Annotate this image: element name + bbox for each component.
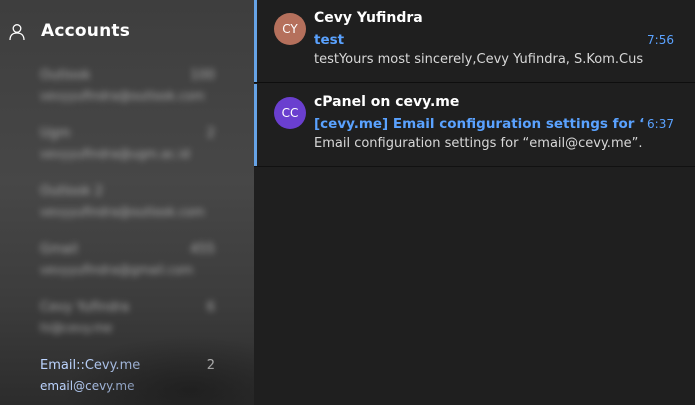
message-preview: testYours most sincerely,Cevy Yufindra, … [314, 52, 644, 67]
sender-avatar: CY [274, 13, 306, 45]
account-item[interactable]: Outlook 2 vevyyufindra@outlook.com [40, 184, 220, 228]
message-time: 6:37 [647, 117, 674, 131]
account-email: vevyyufindra@gmail.com [40, 263, 194, 277]
accounts-header: Accounts [0, 18, 254, 48]
account-email: hi@cevy.me [40, 321, 113, 335]
message-sender: cPanel on cevy.me [314, 94, 460, 110]
account-item-active[interactable]: Email::Cevy.me 2 email@cevy.me [40, 358, 220, 402]
account-name: Gmail [40, 242, 78, 257]
account-unread-count: 2 [206, 126, 215, 141]
account-unread-count: 100 [190, 68, 215, 83]
account-item[interactable]: Gmail 455 vevyyufindra@gmail.com [40, 242, 220, 286]
account-item[interactable]: Outlook 100 vevyyufindra@outlook.com [40, 68, 220, 112]
message-subject: [cevy.me] Email configuration settings f… [314, 116, 644, 132]
account-email: email@cevy.me [40, 379, 135, 393]
account-email: vevyyufindra@outlook.com [40, 205, 205, 219]
person-icon [9, 24, 25, 41]
account-name: Email::Cevy.me [40, 358, 141, 373]
account-item[interactable]: Ugm 2 vevyyufindra@ugm.ac.id [40, 126, 220, 170]
account-unread-count: 455 [190, 242, 215, 257]
account-name: Outlook [40, 68, 91, 83]
account-unread-count: 2 [206, 358, 215, 373]
message-divider [254, 82, 695, 83]
message-preview: Email configuration settings for “email@… [314, 136, 643, 151]
message-item[interactable]: CC cPanel on cevy.me [cevy.me] Email con… [254, 84, 695, 167]
account-name: Outlook 2 [40, 184, 104, 199]
accounts-title: Accounts [41, 21, 131, 41]
message-subject: test [314, 32, 345, 48]
message-time: 7:56 [647, 33, 674, 47]
account-name: Ugm [40, 126, 71, 141]
unread-indicator [254, 0, 257, 82]
sender-avatar: CC [274, 97, 306, 129]
message-sender: Cevy Yufindra [314, 10, 423, 26]
accounts-sidebar: Accounts Outlook 100 vevyyufindra@outloo… [0, 0, 254, 405]
unread-indicator [254, 84, 257, 166]
account-item[interactable]: Cevy Yufindra 6 hi@cevy.me [40, 300, 220, 344]
account-unread-count: 6 [206, 300, 215, 315]
account-name: Cevy Yufindra [40, 300, 130, 315]
message-list: CY Cevy Yufindra test 7:56 testYours mos… [254, 0, 695, 405]
message-item[interactable]: CY Cevy Yufindra test 7:56 testYours mos… [254, 0, 695, 83]
account-email: vevyyufindra@ugm.ac.id [40, 147, 190, 161]
account-email: vevyyufindra@outlook.com [40, 89, 205, 103]
